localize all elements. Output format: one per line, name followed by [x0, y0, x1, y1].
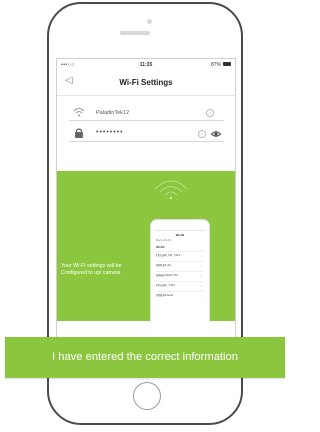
mini-title: WLAN	[175, 233, 185, 237]
config-message: Your Wi-Fi settings will be Configured t…	[61, 263, 122, 276]
phone-screen: •••○○ 11:35 87% ◁ Wi-Fi Settings Paladin…	[56, 58, 236, 360]
battery-icon	[223, 62, 231, 66]
list-item: TP-LINK_Y4F1 Secured ⌔	[156, 281, 204, 290]
wifi-signal-icon: ⌔	[199, 264, 202, 268]
mini-subtitle: Back WLAN	[156, 238, 172, 242]
nav-bar: ◁ Wi-Fi Settings	[57, 71, 235, 96]
ssid-value: PaladinTek12	[96, 110, 130, 116]
clear-icon[interactable]: ×	[206, 109, 214, 117]
front-camera	[147, 19, 152, 24]
wifi-signal-icon: ⌔	[199, 274, 202, 278]
list-item: TP-LINK_5G_Y4F1 Secured ⌔	[156, 251, 204, 260]
ssid-field[interactable]: PaladinTek12 ×	[69, 106, 224, 121]
page-title: Wi-Fi Settings	[119, 78, 173, 87]
wifi-signal-icon: ⌔	[199, 254, 202, 258]
list-item: ORB-R1-E1G Secured ⌔	[156, 291, 204, 300]
network-status: Secured	[156, 256, 165, 258]
home-button[interactable]	[133, 382, 161, 410]
status-time: 11:35	[139, 62, 153, 68]
wifi-signal-icon: ⌔	[199, 294, 202, 298]
list-item: ORB-R1-6G Secured ⌔	[156, 261, 204, 270]
password-value: ••••••••	[96, 129, 124, 136]
eye-icon[interactable]	[211, 129, 221, 139]
status-bar: •••○○ 11:35 87%	[57, 59, 235, 71]
network-status: Secured	[156, 266, 165, 268]
network-status: Secured	[156, 276, 165, 278]
confirm-button[interactable]: I have entered the correct information	[5, 337, 285, 378]
config-panel: Your Wi-Fi settings will be Configured t…	[57, 171, 235, 323]
password-field[interactable]: •••••••• ×	[69, 127, 224, 142]
mini-phone-illustration: WLAN Back WLAN WLAN TP-LINK_5G_Y4F1 Secu…	[150, 219, 210, 323]
wifi-broadcast-icon	[154, 180, 188, 200]
mini-phone-screen: WLAN Back WLAN WLAN TP-LINK_5G_Y4F1 Secu…	[154, 230, 206, 323]
wifi-icon	[73, 108, 85, 117]
network-status: Secured	[156, 286, 165, 288]
speaker-grille	[120, 31, 150, 35]
network-status: Secured	[156, 296, 165, 298]
list-item: PaladinTek12 NG Secured ⌔	[156, 271, 204, 280]
wifi-signal-icon: ⌔	[199, 284, 202, 288]
battery-percent: 87%	[210, 62, 221, 68]
mini-section: WLAN	[156, 245, 165, 249]
clear-icon[interactable]: ×	[198, 130, 206, 138]
lock-icon	[75, 128, 83, 138]
